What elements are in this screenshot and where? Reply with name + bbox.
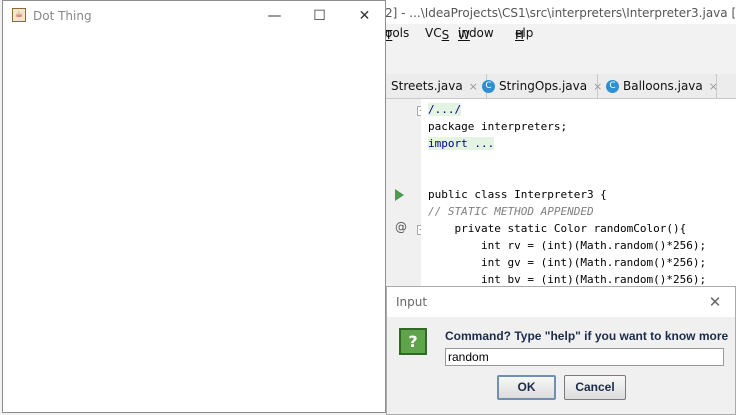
code-line-text: int gv = (int)(Math.random()*256); xyxy=(428,256,707,269)
class-icon: C xyxy=(606,80,619,93)
menu-window-mnemonic: W xyxy=(458,28,470,42)
close-button[interactable]: ✕ xyxy=(342,1,387,31)
ide-menu-bar: Tools VC S Window Help xyxy=(385,24,736,44)
ide-title-text: 2] - ...\IdeaProjects\CS1\src\interprete… xyxy=(385,6,736,20)
code-line: int bv = (int)(Math.random()*256); xyxy=(428,273,706,286)
code-line-text: private static Color randomColor(){ xyxy=(428,222,687,235)
code-line-text: int rv = (int)(Math.random()*256); xyxy=(428,239,707,252)
command-input[interactable]: random xyxy=(445,348,724,366)
cancel-button[interactable]: Cancel xyxy=(564,375,626,400)
run-icon[interactable] xyxy=(395,189,404,201)
code-line: import ... xyxy=(428,137,495,150)
code-line-text: public class Interpreter3 { xyxy=(428,188,607,201)
code-line-text: /.../ xyxy=(428,103,462,116)
drawing-canvas[interactable] xyxy=(3,31,385,412)
code-line: // STATIC METHOD APPENDED xyxy=(428,205,594,218)
code-line: private static Color randomColor(){ xyxy=(428,222,686,235)
override-marker-icon: @ xyxy=(395,220,407,234)
ok-button[interactable]: OK xyxy=(497,375,556,400)
maximize-button[interactable]: ☐ xyxy=(297,1,342,31)
tab-stringops-java[interactable]: C StringOps.java × xyxy=(474,74,602,98)
window-title: Dot Thing xyxy=(33,9,92,23)
dialog-title-bar[interactable]: Input ✕ xyxy=(387,287,735,317)
menu-vcs[interactable]: VC S xyxy=(425,26,449,42)
tab-label: Streets.java xyxy=(391,79,463,93)
menu-vcs-mnemonic: S xyxy=(441,28,450,42)
tab-label: StringOps.java xyxy=(499,79,588,93)
ide-title-bar: 2] - ...\IdeaProjects\CS1\src\interprete… xyxy=(385,0,736,26)
code-line: package interpreters; xyxy=(428,120,567,133)
menu-help-mnemonic: H xyxy=(515,28,525,42)
tab-balloons-java[interactable]: C Balloons.java × xyxy=(598,74,718,98)
ide-toolbar xyxy=(385,44,736,75)
tab-streets-java[interactable]: Streets.java × xyxy=(385,74,487,98)
editor-tabs: Streets.java × C StringOps.java × C Balloons… xyxy=(385,74,736,99)
code-line-text: // STATIC METHOD APPENDED xyxy=(428,205,594,218)
dialog-close-button[interactable]: ✕ xyxy=(695,287,735,317)
code-line: int rv = (int)(Math.random()*256); xyxy=(428,239,706,252)
window-title-bar[interactable]: ☕ Dot Thing — ☐ ✕ xyxy=(3,1,385,31)
code-line: public class Interpreter3 { xyxy=(428,188,607,201)
code-line-text: package interpreters; xyxy=(428,120,568,133)
minimize-button[interactable]: — xyxy=(252,1,297,31)
tab-close-icon[interactable]: × xyxy=(709,80,718,93)
menu-window[interactable]: Window xyxy=(458,26,494,42)
menu-tools[interactable]: Tools xyxy=(385,26,409,42)
java-app-icon: ☕ xyxy=(12,8,26,22)
class-icon: C xyxy=(482,80,495,93)
tab-label: Balloons.java xyxy=(623,79,703,93)
dialog-message: Command? Type "help" if you want to know… xyxy=(445,329,729,343)
menu-help[interactable]: Help xyxy=(515,26,533,42)
code-line-text: int bv = (int)(Math.random()*256); xyxy=(428,273,707,286)
input-dialog: Input ✕ ? Command? Type "help" if you wa… xyxy=(386,286,736,415)
dot-thing-window: ☕ Dot Thing — ☐ ✕ xyxy=(2,0,386,413)
dialog-title: Input xyxy=(396,295,428,309)
code-line: /.../ xyxy=(428,103,462,116)
question-icon: ? xyxy=(399,328,427,355)
code-line-text: import ... xyxy=(428,137,495,150)
code-line: int gv = (int)(Math.random()*256); xyxy=(428,256,706,269)
